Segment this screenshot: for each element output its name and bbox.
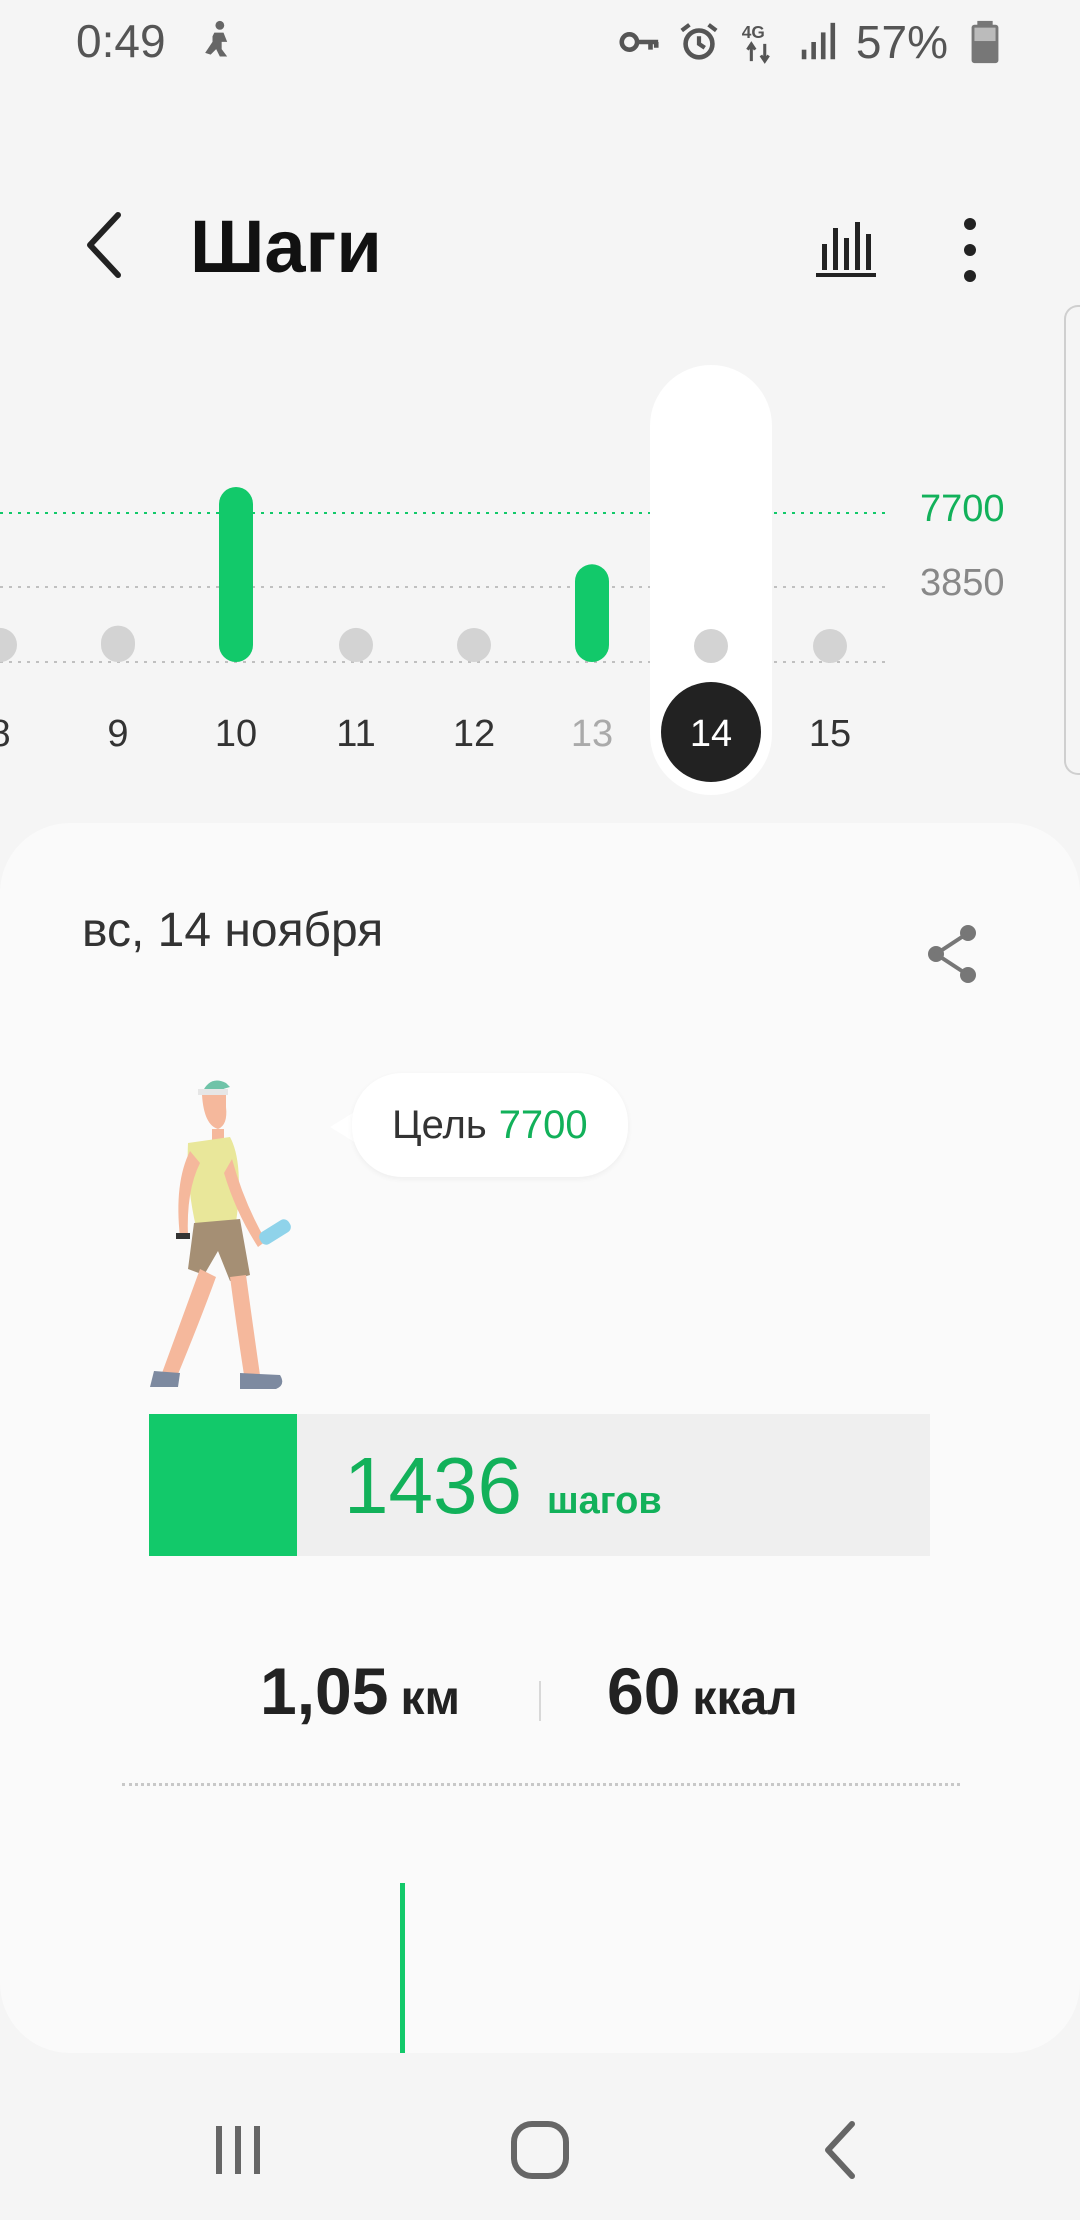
chart-canvas: 8 9 10 11 12 13 14 15 [0, 365, 885, 795]
day-column-15[interactable]: 15 [809, 629, 851, 755]
bar-chart-icon[interactable] [810, 210, 882, 282]
day-label-14: 14 [690, 713, 732, 755]
day-column-9[interactable]: 9 [101, 625, 135, 755]
more-vert-icon[interactable] [940, 210, 1000, 290]
day-bar-13 [575, 564, 609, 662]
battery-icon [971, 20, 999, 64]
day-bar-12 [457, 628, 491, 662]
back-arrow-icon[interactable] [70, 200, 140, 290]
day-label-9: 9 [107, 713, 128, 755]
calories-stat: 60 ккал [607, 1653, 798, 1729]
distance-value: 1,05 [260, 1654, 389, 1728]
mobile-data-icon: 4G [742, 22, 770, 64]
day-dot-15 [813, 629, 847, 663]
status-bar: 0:49 4G 57% [0, 0, 1080, 84]
calories-value: 60 [607, 1654, 681, 1728]
half-goal-line-label: 3850 [920, 562, 1005, 604]
signal-icon [801, 22, 836, 60]
share-icon[interactable] [918, 919, 988, 989]
day-column-11[interactable]: 11 [336, 627, 376, 755]
status-icons: 4G 57% [616, 14, 1008, 70]
steps-progress-bar: 1436 шагов [149, 1414, 930, 1556]
distance-stat: 1,05 км [260, 1653, 460, 1729]
stats-row: 1,05 км 60 ккал [0, 1653, 1080, 1743]
day-bar-8 [0, 627, 17, 662]
home-icon[interactable] [500, 2110, 580, 2190]
back-icon[interactable] [802, 2110, 882, 2190]
page-title: Шаги [190, 205, 382, 288]
day-label-13: 13 [571, 713, 613, 755]
day-label-10: 10 [215, 713, 257, 755]
steps-unit: шагов [547, 1480, 662, 1522]
day-dot-14 [694, 629, 728, 663]
dotted-divider [122, 1783, 960, 1786]
steps-count: 1436 [344, 1441, 522, 1530]
app-bar: Шаги [0, 170, 1080, 320]
battery-percentage: 57% [855, 16, 948, 68]
goal-label: Цель [392, 1102, 487, 1147]
recent-apps-icon[interactable] [198, 2110, 278, 2190]
day-bar-11 [339, 627, 373, 662]
day-bar-9 [101, 625, 135, 662]
day-label-8: 8 [0, 713, 11, 755]
stats-divider [539, 1681, 541, 1721]
day-label-15: 15 [809, 713, 851, 755]
goal-value: 7700 [498, 1102, 588, 1147]
day-bar-10 [219, 487, 253, 662]
alarm-icon [680, 23, 718, 60]
selected-date: вс, 14 ноября [82, 904, 384, 957]
daily-summary-card: вс, 14 ноября Цель 7700 1436 шагов 1,05 … [0, 823, 1080, 2053]
weekly-steps-chart: 8 9 10 11 12 13 14 15 7700 3850 [0, 340, 1080, 810]
calories-unit: ккал [692, 1672, 798, 1725]
navigation-bar [0, 2060, 1080, 2220]
day-label-11: 11 [336, 713, 375, 755]
day-column-8[interactable]: 8 [0, 627, 17, 755]
vpn-key-icon [619, 32, 659, 52]
goal-speech-bubble: Цель 7700 [352, 1073, 628, 1177]
hourly-activity-bar [400, 1883, 405, 2053]
day-column-10[interactable]: 10 [215, 487, 257, 755]
steps-progress-fill [149, 1414, 298, 1556]
day-column-13[interactable]: 13 [571, 564, 613, 755]
running-person-icon [205, 20, 228, 57]
svg-text:4G: 4G [742, 22, 765, 42]
status-time: 0:49 [76, 15, 166, 67]
day-label-12: 12 [453, 713, 495, 755]
day-column-12[interactable]: 12 [453, 628, 495, 755]
distance-unit: км [400, 1672, 460, 1725]
goal-line-label: 7700 [920, 488, 1005, 530]
